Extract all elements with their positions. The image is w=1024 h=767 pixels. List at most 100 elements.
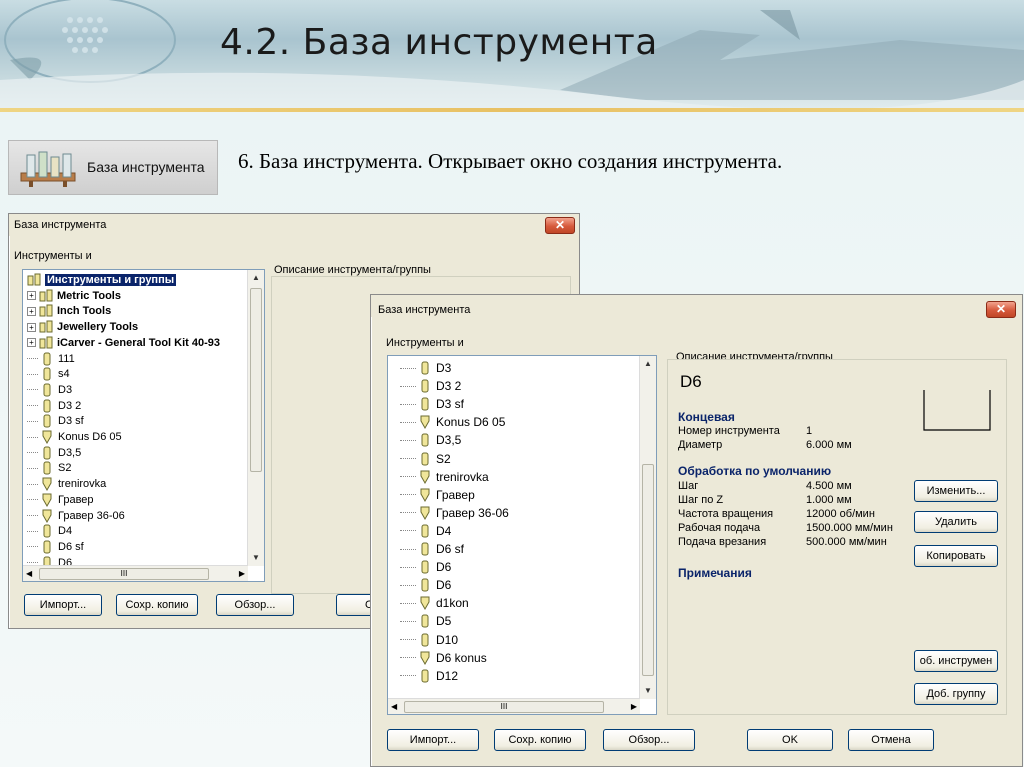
scroll-left-arrow-icon[interactable]: ◀	[391, 699, 397, 714]
tree-tool-item[interactable]: D12	[400, 668, 458, 684]
tree-tool-item[interactable]: D6	[400, 559, 451, 575]
tree-group-item[interactable]: + Inch Tools	[27, 303, 111, 319]
end-mill-icon	[421, 633, 429, 646]
tree-item-label: D3	[58, 383, 73, 396]
tree-item-label: Гравер 36-06	[58, 509, 125, 522]
tree-tool-item[interactable]: trenirovka	[400, 469, 489, 485]
tree-tool-item[interactable]: D6 sf	[400, 541, 464, 557]
browse-button[interactable]: Обзор...	[216, 594, 294, 616]
tree-tool-item[interactable]: 111	[27, 351, 75, 367]
scroll-left-arrow-icon[interactable]: ◀	[26, 566, 32, 581]
tree-tool-item[interactable]: D10	[400, 632, 458, 648]
tool-database-toolbar-button[interactable]: База инструмента	[8, 140, 218, 195]
end-mill-icon	[43, 383, 51, 397]
tree-tool-item[interactable]: Гравер	[400, 487, 475, 503]
tree-horizontal-scrollbar[interactable]: ◀ III ▶	[23, 565, 248, 581]
tree-item-label: D3 2	[436, 379, 462, 394]
tool-tree[interactable]: D3 D3 2 D3 sf Konus D6 05 D3,5 S2 trenirovka Гр…	[387, 355, 657, 715]
engraving-cutter-icon	[42, 477, 52, 492]
scroll-right-arrow-icon[interactable]: ▶	[239, 566, 245, 581]
tool-number-value: 1	[806, 425, 813, 437]
tree-group-item[interactable]: + Jewellery Tools	[27, 319, 138, 335]
tree-vertical-scrollbar[interactable]: ▲ ▼	[639, 356, 656, 699]
browse-button[interactable]: Обзор...	[603, 729, 695, 751]
add-tool-button[interactable]: об. инструмен	[914, 650, 998, 672]
tree-tool-item[interactable]: D3 sf	[27, 413, 84, 429]
tree-tool-item[interactable]: trenirovka	[27, 476, 106, 492]
tree-tool-item[interactable]: D4	[400, 523, 451, 539]
tree-tool-item[interactable]: d1kon	[400, 595, 469, 611]
tree-tool-item[interactable]: Гравер	[27, 492, 94, 508]
expand-icon[interactable]: +	[27, 306, 36, 316]
end-mill-icon	[43, 540, 51, 554]
stepover-label: Шаг	[678, 480, 699, 492]
save-copy-button[interactable]: Сохр. копию	[116, 594, 198, 616]
end-mill-icon	[421, 524, 429, 538]
tree-tool-item[interactable]: D3	[27, 382, 72, 398]
tree-connector	[400, 458, 416, 459]
expand-icon[interactable]: +	[27, 291, 36, 301]
tree-group-item[interactable]: Инструменты и группы	[27, 272, 177, 288]
tree-tool-item[interactable]: D6 konus	[400, 650, 487, 666]
tree-tool-item[interactable]: D3,5	[400, 432, 461, 448]
scroll-up-arrow-icon[interactable]: ▲	[248, 270, 264, 286]
save-copy-button[interactable]: Сохр. копию	[494, 729, 586, 751]
tree-tool-item[interactable]: D6	[400, 577, 451, 593]
scroll-right-arrow-icon[interactable]: ▶	[631, 699, 637, 714]
expand-icon[interactable]: +	[27, 322, 36, 332]
engraving-cutter-icon	[420, 470, 430, 484]
ok-button[interactable]: OK	[747, 729, 833, 751]
close-button[interactable]: ✕	[545, 217, 575, 234]
add-group-button[interactable]: Доб. группу	[914, 683, 998, 705]
header-divider	[0, 108, 1024, 112]
tree-horizontal-scrollbar[interactable]: ◀ III ▶	[388, 698, 640, 714]
cancel-button[interactable]: Отмена	[848, 729, 934, 751]
tool-database-icon	[20, 151, 76, 187]
scroll-thumb-horizontal[interactable]: III	[39, 568, 209, 580]
tree-tool-item[interactable]: S2	[400, 451, 451, 467]
tree-vertical-scrollbar[interactable]: ▲ ▼	[247, 270, 264, 566]
engraving-cutter-icon	[420, 651, 430, 665]
tree-item-label: S2	[436, 451, 451, 466]
scroll-down-arrow-icon[interactable]: ▼	[640, 683, 656, 699]
scroll-thumb[interactable]	[642, 464, 654, 676]
engraving-cutter-icon	[420, 506, 430, 520]
tree-tool-item[interactable]: Гравер 36-06	[27, 508, 125, 524]
tree-tool-item[interactable]: D3 2	[400, 378, 461, 394]
tool-tree[interactable]: Инструменты и группы + Metric Tools + Inch T…	[22, 269, 265, 582]
scroll-thumb-horizontal[interactable]: III	[404, 701, 604, 713]
tree-tool-item[interactable]: Konus D6 05	[400, 414, 505, 430]
close-icon: ✕	[554, 218, 566, 232]
end-mill-icon	[421, 542, 429, 556]
slide-header: 4.2. База инструмента	[0, 0, 1024, 112]
copy-button[interactable]: Копировать	[914, 545, 998, 567]
expand-icon[interactable]: +	[27, 338, 36, 348]
tree-tool-item[interactable]: D3,5	[27, 445, 81, 461]
tree-connector	[27, 389, 38, 391]
tree-tool-item[interactable]: D5	[400, 613, 451, 629]
tree-tool-item[interactable]: Гравер 36-06	[400, 505, 509, 521]
tree-tool-item[interactable]: D3	[400, 360, 451, 376]
delete-button[interactable]: Удалить	[914, 511, 998, 533]
close-button[interactable]: ✕	[986, 301, 1016, 318]
scroll-down-arrow-icon[interactable]: ▼	[248, 550, 264, 566]
tree-tool-item[interactable]: s4	[27, 366, 70, 382]
tree-connector	[27, 467, 38, 469]
tree-tool-item[interactable]: D6 sf	[27, 539, 84, 555]
edit-button[interactable]: Изменить...	[914, 480, 998, 502]
tree-item-label: D6 konus	[436, 650, 487, 665]
tree-group-item[interactable]: + Metric Tools	[27, 288, 121, 304]
tree-tool-item[interactable]: D4	[27, 523, 72, 539]
import-button[interactable]: Импорт...	[387, 729, 479, 751]
scroll-up-arrow-icon[interactable]: ▲	[640, 356, 656, 372]
import-button[interactable]: Импорт...	[24, 594, 102, 616]
tree-tool-item[interactable]: Konus D6 05	[27, 429, 122, 445]
tree-connector	[400, 421, 416, 423]
tree-tool-item[interactable]: D3 2	[27, 398, 81, 414]
tree-group-item[interactable]: + iCarver - General Tool Kit 40-93	[27, 335, 220, 351]
default-machining-heading: Обработка по умолчанию	[678, 464, 832, 478]
tree-tool-item[interactable]: D3 sf	[400, 396, 464, 412]
scroll-thumb[interactable]	[250, 288, 262, 472]
tree-tool-item[interactable]: S2	[27, 460, 71, 476]
spindle-speed-label: Частота вращения	[678, 508, 774, 520]
